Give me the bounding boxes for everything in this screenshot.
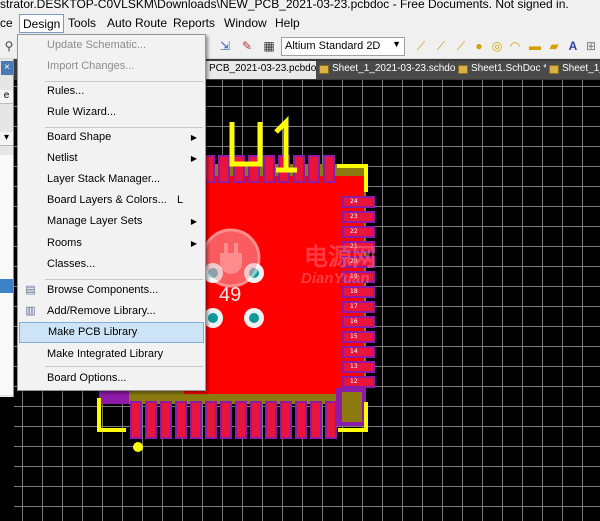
submenu-arrow-icon: ▶ (190, 239, 197, 248)
panel-dropdown[interactable]: ▾ (0, 132, 13, 146)
menu-auto-route[interactable]: Auto Route (107, 16, 167, 30)
interactive-route-icon[interactable]: ⟋ (414, 39, 428, 53)
watermark-text: 电源网 (304, 243, 376, 271)
pad-number: 12 (350, 378, 358, 385)
browse-components-icon: ▤ (25, 284, 36, 296)
pad-number: 13 (350, 363, 358, 370)
menu-item-board-options[interactable]: Board Options... (19, 368, 204, 389)
menu-item-import-changes[interactable]: Import Changes... (19, 56, 204, 77)
pencil-icon[interactable]: ✎ (240, 39, 254, 53)
bottom-pads (130, 401, 337, 439)
top-pads (203, 155, 335, 183)
tab-sheet1-schdoc[interactable]: Sheet1.SchDoc * (455, 61, 552, 79)
menu-design[interactable]: Design (19, 14, 65, 33)
menu-item-netlist[interactable]: Netlist ▶ (19, 148, 204, 169)
menu-tools[interactable]: Tools (68, 16, 96, 30)
pad-icon[interactable]: ● (472, 39, 486, 53)
string-icon[interactable]: A (566, 39, 580, 53)
multi-route-icon[interactable]: ⟋ (454, 39, 468, 53)
pad-number: 15 (350, 333, 358, 340)
diff-pair-route-icon[interactable]: ⟋ (434, 39, 448, 53)
tab-pcb-doc[interactable]: PCB_2021-03-23.pcbdoc (205, 61, 326, 79)
menu-window[interactable]: Window (224, 16, 267, 30)
menu-separator (45, 366, 203, 367)
title-bar: strator.DESKTOP-C0VLSKM\Downloads\NEW_PC… (0, 0, 600, 13)
menu-item-rules[interactable]: Rules... (19, 81, 204, 102)
menu-item-board-layers-colors[interactable]: Board Layers & Colors... L (19, 190, 204, 211)
pad-number: 14 (350, 348, 358, 355)
menu-place[interactable]: ce (0, 16, 13, 30)
window-title: strator.DESKTOP-C0VLSKM\Downloads\NEW_PC… (0, 0, 569, 11)
panel-selected-row[interactable] (0, 279, 13, 293)
move-icon[interactable]: ⇲ (218, 39, 232, 53)
menu-item-make-integrated-library[interactable]: Make Integrated Library (19, 344, 204, 365)
design-menu: Update Schematic... Import Changes... Ru… (17, 34, 206, 391)
watermark-logo-icon (201, 228, 261, 288)
component-designator: U1 (14, 80, 15, 81)
close-icon[interactable]: × (1, 61, 13, 75)
menu-item-browse-components[interactable]: ▤ Browse Components... (19, 280, 204, 301)
panel-button[interactable]: e (0, 90, 13, 104)
pad-number: 16 (350, 318, 358, 325)
menu-item-rooms[interactable]: Rooms ▶ (19, 233, 204, 254)
search-icon[interactable]: ⚲ (2, 39, 16, 53)
schematic-icon (549, 65, 559, 74)
arc-icon[interactable]: ◠ (508, 39, 522, 53)
pad-number: 17 (350, 303, 358, 310)
via-icon[interactable]: ◎ (490, 39, 504, 53)
schematic-icon (319, 65, 329, 74)
menu-reports[interactable]: Reports (173, 16, 215, 30)
watermark-subtext: DianYuan (301, 270, 370, 287)
inspector-icon[interactable]: ▦ (262, 39, 276, 53)
menu-item-add-remove-library[interactable]: ▥ Add/Remove Library... (19, 301, 204, 322)
menu-item-rule-wizard[interactable]: Rule Wizard... (19, 102, 204, 123)
panel-list (0, 155, 13, 395)
tab-sheet-1-more[interactable]: Sheet_1_ (546, 61, 600, 79)
library-icon: ▥ (25, 305, 36, 317)
watermark: 电源网 DianYuan (196, 223, 386, 303)
submenu-arrow-icon: ▶ (190, 217, 197, 226)
schematic-icon (458, 65, 468, 74)
shortcut-label: L (177, 194, 184, 206)
chevron-down-icon: ▼ (392, 39, 401, 49)
tab-sheet-1-schdoc[interactable]: Sheet_1_2021-03-23.schdoc (316, 61, 465, 79)
submenu-arrow-icon: ▶ (190, 154, 197, 163)
menu-item-manage-layer-sets[interactable]: Manage Layer Sets ▶ (19, 211, 204, 232)
menu-help[interactable]: Help (275, 16, 300, 30)
menu-bar: ce Design Tools Auto Route Reports Windo… (0, 13, 600, 34)
pad-number: 24 (350, 198, 358, 205)
left-panel: × e ▾ (0, 59, 14, 397)
view-config-select[interactable]: Altium Standard 2D ▼ (281, 37, 405, 56)
menu-item-layer-stack-manager[interactable]: Layer Stack Manager... (19, 169, 204, 190)
grid-icon[interactable]: ⊞ (584, 39, 598, 53)
menu-item-board-shape[interactable]: Board Shape ▶ (19, 127, 204, 148)
polygon-icon[interactable]: ▰ (547, 39, 561, 53)
menu-item-classes[interactable]: Classes... (19, 254, 204, 275)
menu-item-make-pcb-library[interactable]: Make PCB Library (19, 322, 204, 343)
submenu-arrow-icon: ▶ (190, 133, 197, 142)
menu-item-update-schematic[interactable]: Update Schematic... (19, 35, 204, 56)
fill-icon[interactable]: ▬ (528, 39, 542, 53)
pin1-marker (133, 442, 143, 452)
